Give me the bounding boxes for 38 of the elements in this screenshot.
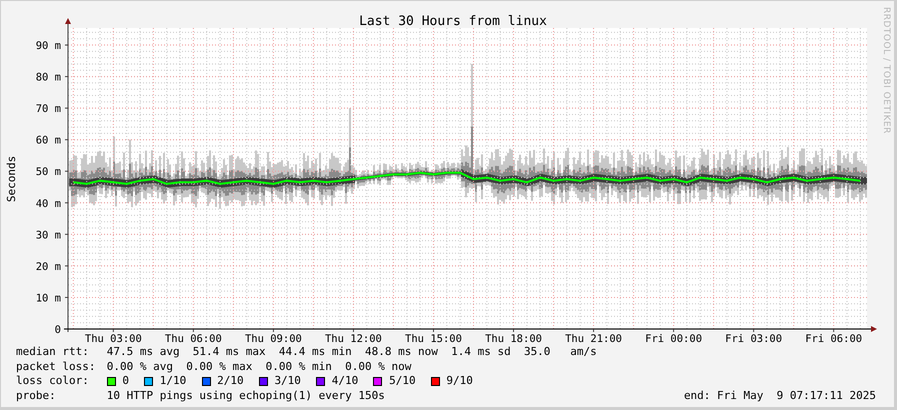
chart-title: Last 30 Hours from linux [359,14,547,29]
legend-label: 9/10 [446,374,473,388]
tick-label: Thu 21:00 [565,333,622,343]
tick-label: 20 m [36,260,61,273]
tick-label: Thu 06:00 [164,333,222,343]
end-time: end: Fri May 9 07:17:11 2025 [684,388,876,403]
legend-label: median rtt: [16,345,90,360]
tick-label: 50 m [36,166,61,178]
legend-label: packet loss: [16,360,96,374]
tick-label: 80 m [36,72,61,84]
tick-label: 90 m [36,40,61,52]
legend-label: 1/10 [160,374,186,388]
tick-label: Thu 03:00 [84,333,142,343]
probe-text: 10 HTTP pings using echoping(1) every 150s [106,388,385,403]
credit-text: RRDTOOL / TOBI OETIKER [881,7,891,134]
legend-stats: 0.00 % avg 0.00 % max 0.00 % min 0.00 % now [106,360,412,374]
legend-label: 5/10 [389,374,416,388]
legend-label: 2/10 [217,374,244,388]
legend-label: 3/10 [274,374,301,388]
legend-label: loss color: [16,374,90,388]
tick-label: Fri 03:00 [725,333,782,343]
tick-label: 60 m [36,134,61,147]
legend-label: probe: [16,388,57,403]
tick-label: Thu 15:00 [405,333,462,343]
tick-label: 0 [54,324,61,336]
tick-label: 30 m [36,229,61,242]
tick-label: 10 m [36,292,61,304]
tick-label: 40 m [36,198,61,210]
tick-label: Fri 06:00 [805,333,862,343]
tick-label: Thu 12:00 [325,333,382,343]
legend-label: 0 [122,374,129,388]
legend-stats: 47.5 ms avg 51.4 ms max 44.4 ms min 48.8 ms now 1.4 ms sd 35.0 am/s [106,345,597,360]
tick-label: Thu 09:00 [244,333,302,343]
tick-label: Thu 18:00 [485,333,542,343]
tick-label: 70 m [36,103,61,116]
tick-label: Fri 00:00 [645,333,702,343]
axis-title: Seconds [5,156,18,202]
legend-label: 4/10 [332,374,358,388]
